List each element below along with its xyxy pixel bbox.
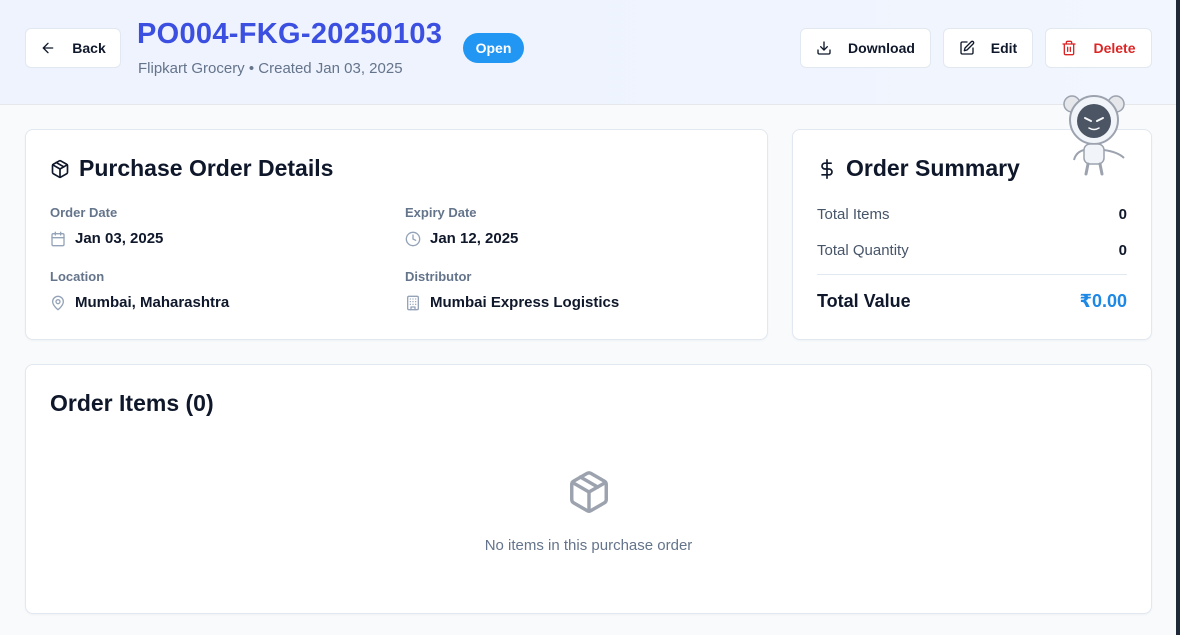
package-icon (51, 159, 69, 178)
calendar-icon (51, 231, 65, 246)
trash-icon (1062, 40, 1077, 56)
summary-title-text: Order Summary (846, 155, 1020, 181)
delete-button[interactable]: Delete (1045, 28, 1152, 68)
order-items-title: Order Items (0) (50, 390, 214, 416)
status-badge: Open (463, 33, 524, 63)
total-quantity-label: Total Quantity (817, 242, 909, 259)
details-title-text: Purchase Order Details (79, 155, 334, 181)
clock-icon (405, 231, 421, 246)
arrow-left-icon (42, 42, 54, 54)
summary-card-title: Order Summary (817, 155, 1020, 182)
details-card-title: Purchase Order Details (50, 155, 333, 182)
dollar-icon (821, 158, 833, 179)
total-value-amount: ₹0.00 (1079, 291, 1127, 311)
distributor-label: Distributor (405, 269, 472, 284)
total-items-label: Total Items (817, 206, 890, 223)
expiry-date-label: Expiry Date (405, 205, 477, 220)
expiry-date-value: Jan 12, 2025 (405, 230, 518, 247)
page-subtitle: Flipkart Grocery • Created Jan 03, 2025 (138, 60, 403, 77)
summary-divider (817, 274, 1127, 275)
order-date-value: Jan 03, 2025 (50, 230, 163, 247)
total-value-label: Total Value (817, 291, 911, 311)
back-button[interactable]: Back (25, 28, 121, 68)
download-icon (817, 41, 831, 55)
location-value: Mumbai, Maharashtra (50, 294, 229, 311)
download-button-label: Download (848, 40, 915, 56)
order-date-label: Order Date (50, 205, 118, 220)
building-icon (407, 295, 419, 310)
total-quantity-value: 0 (1118, 242, 1127, 259)
download-button[interactable]: Download (800, 28, 931, 68)
total-items-value: 0 (1118, 206, 1127, 223)
package-icon (570, 471, 608, 513)
distributor-value: Mumbai Express Logistics (405, 294, 619, 311)
edit-button[interactable]: Edit (943, 28, 1033, 68)
location-label: Location (50, 269, 105, 284)
back-button-label: Back (72, 40, 106, 56)
window-edge (1176, 0, 1180, 635)
empty-state-text: No items in this purchase order (484, 537, 693, 554)
purchase-order-details-card: Purchase Order Details Order Date Jan 03… (25, 129, 768, 340)
page-title: PO004-FKG-20250103 (137, 18, 443, 50)
map-pin-icon (52, 295, 64, 310)
astronaut-mascot-icon (1063, 95, 1125, 176)
delete-button-label: Delete (1093, 40, 1136, 56)
edit-icon (960, 40, 975, 55)
order-items-card: Order Items (0) No items in this purchas… (25, 364, 1152, 614)
edit-button-label: Edit (990, 40, 1018, 56)
